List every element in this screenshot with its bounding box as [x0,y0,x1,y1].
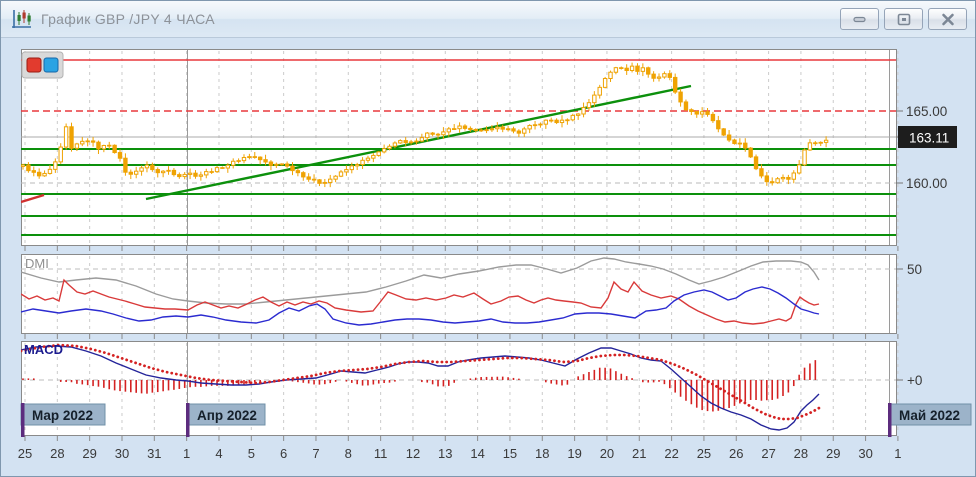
month-tab-may: Май 2022 [888,403,971,437]
price-axis [896,111,903,380]
minimize-button[interactable] [840,8,879,30]
macd-label: MACD [24,342,63,357]
series-toggle-chip [22,52,63,78]
titlebar[interactable]: График GBP /JPY 4 ЧАСА [1,1,975,38]
chart-canvas[interactable]: 2528293031145678111213141518192021222526… [1,1,976,477]
svg-text:29: 29 [82,446,96,461]
current-price-label: 163.11 [909,131,949,146]
panel-frames [22,50,897,436]
dmi-label: DMI [25,256,49,271]
svg-text:7: 7 [312,446,319,461]
svg-text:13: 13 [438,446,452,461]
svg-text:21: 21 [632,446,646,461]
svg-text:20: 20 [600,446,614,461]
svg-text:14: 14 [470,446,484,461]
svg-text:Мар 2022: Мар 2022 [32,408,93,423]
svg-text:18: 18 [535,446,549,461]
svg-text:31: 31 [147,446,161,461]
chart-window: 2528293031145678111213141518192021222526… [0,0,976,477]
svg-text:Май 2022: Май 2022 [899,408,960,423]
svg-text:6: 6 [280,446,287,461]
buy-swatch[interactable] [44,58,58,72]
svg-text:Апр 2022: Апр 2022 [197,408,257,423]
price-axis-label-165: 165.00 [906,104,947,119]
restore-button[interactable] [884,8,923,30]
svg-text:1: 1 [894,446,901,461]
sell-swatch[interactable] [27,58,41,72]
svg-text:19: 19 [567,446,581,461]
close-button[interactable] [928,8,967,30]
dmi-axis-label-50: 50 [907,262,922,277]
svg-text:1: 1 [183,446,190,461]
svg-text:28: 28 [794,446,808,461]
svg-text:22: 22 [664,446,678,461]
svg-text:29: 29 [826,446,840,461]
price-axis-label-160: 160.00 [906,176,947,191]
svg-text:25: 25 [697,446,711,461]
svg-text:15: 15 [503,446,517,461]
svg-text:12: 12 [406,446,420,461]
svg-text:28: 28 [50,446,64,461]
svg-text:8: 8 [345,446,352,461]
svg-text:26: 26 [729,446,743,461]
chart-window-icon [11,8,33,30]
macd-axis-label-zero: +0 [907,373,922,388]
svg-text:25: 25 [18,446,32,461]
svg-text:5: 5 [248,446,255,461]
svg-text:4: 4 [215,446,222,461]
svg-text:27: 27 [761,446,775,461]
svg-text:30: 30 [115,446,129,461]
window-title: График GBP /JPY 4 ЧАСА [41,11,215,27]
svg-text:11: 11 [374,446,388,461]
svg-text:30: 30 [858,446,872,461]
